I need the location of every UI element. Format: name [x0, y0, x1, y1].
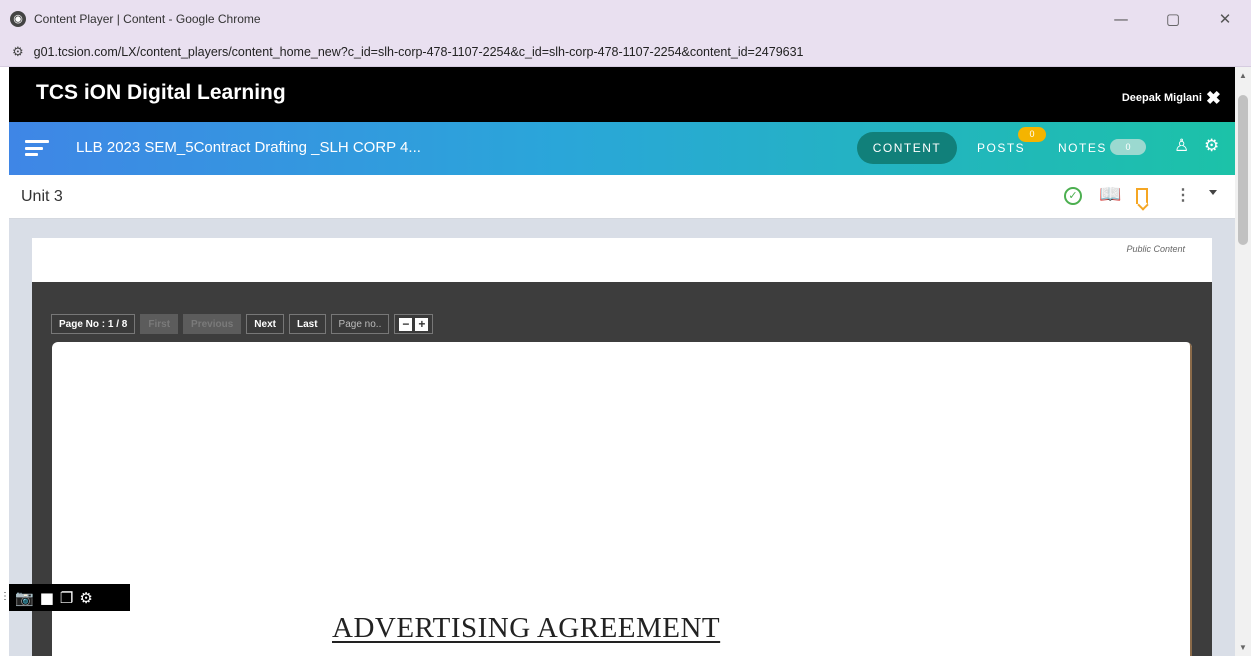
- user-name: Deepak Miglani: [1121, 92, 1202, 104]
- tab-content[interactable]: CONTENT: [857, 132, 957, 164]
- page-info: Page No : 1 / 8: [51, 314, 136, 334]
- document-page: ADVERTISING AGREEMENT: [52, 342, 1192, 656]
- notes-count-badge: 0: [1110, 139, 1146, 155]
- camera-toolbar-handle[interactable]: ⋮: [0, 591, 10, 603]
- settings-icon[interactable]: ⚙: [1204, 136, 1219, 156]
- close-icon[interactable]: ✖: [1206, 89, 1221, 107]
- window-title-bar: ◉ Content Player | Content - Google Chro…: [0, 0, 1251, 38]
- tab-posts[interactable]: POSTS: [977, 141, 1025, 155]
- address-bar: ⚙ g01.tcsion.com/LX/content_players/cont…: [0, 38, 1251, 67]
- camera-toolbar: 📷 ■ ❐ ⚙: [9, 584, 130, 611]
- video-icon[interactable]: ■: [40, 588, 54, 608]
- pager-toolbar: Page No : 1 / 8 First Previous Next Last…: [51, 314, 434, 334]
- window-controls: — ▢ ✕: [1095, 0, 1251, 38]
- brand-logo-text: TCS iON Digital Learning: [36, 81, 286, 104]
- visibility-label: Public Content: [1126, 244, 1185, 254]
- course-title: LLB 2023 SEM_5Contract Drafting _SLH COR…: [76, 139, 421, 156]
- page-scrollbar[interactable]: ▲ ▼: [1235, 67, 1251, 656]
- zoom-out-icon[interactable]: −: [399, 317, 413, 331]
- maximize-button[interactable]: ▢: [1147, 0, 1199, 38]
- zoom-in-icon[interactable]: +: [415, 317, 429, 331]
- camera-icon[interactable]: 📷: [15, 588, 34, 608]
- gear-icon[interactable]: ⚙: [79, 588, 92, 608]
- document-heading: ADVERTISING AGREEMENT: [332, 612, 721, 644]
- scroll-down-icon[interactable]: ▼: [1239, 643, 1247, 652]
- next-page-button[interactable]: Next: [246, 314, 284, 334]
- page-viewport: TCS iON Digital Learning Deepak Miglani …: [9, 67, 1235, 656]
- zoom-controls: − +: [394, 314, 434, 334]
- content-card: Public Content Page No : 1 / 8 First Pre…: [32, 238, 1212, 656]
- url-text[interactable]: g01.tcsion.com/LX/content_players/conten…: [34, 45, 804, 59]
- close-window-button[interactable]: ✕: [1199, 0, 1251, 38]
- more-vert-icon[interactable]: ⋮: [1175, 185, 1191, 205]
- bookmark-icon[interactable]: [1136, 188, 1148, 204]
- previous-page-button[interactable]: Previous: [183, 314, 242, 334]
- app-header: TCS iON Digital Learning Deepak Miglani …: [9, 67, 1235, 122]
- last-page-button[interactable]: Last: [288, 314, 326, 334]
- unit-bar: Unit 3 ✓ 📖 ⋮: [9, 175, 1235, 219]
- caret-down-icon[interactable]: [1209, 190, 1217, 195]
- globe-icon: ◉: [10, 11, 26, 27]
- unit-title: Unit 3: [21, 188, 63, 205]
- hierarchy-icon[interactable]: ♙: [1174, 136, 1189, 156]
- scroll-up-icon[interactable]: ▲: [1239, 71, 1247, 80]
- user-area: Deepak Miglani ✖: [1121, 89, 1221, 107]
- page-number-input[interactable]: Page no..: [330, 314, 390, 334]
- check-circle-icon[interactable]: ✓: [1064, 187, 1082, 205]
- window-icon[interactable]: ❐: [60, 588, 73, 608]
- document-viewer: Page No : 1 / 8 First Previous Next Last…: [32, 282, 1212, 656]
- course-bar: LLB 2023 SEM_5Contract Drafting _SLH COR…: [9, 122, 1235, 175]
- window-title: Content Player | Content - Google Chrome: [34, 12, 261, 26]
- posts-count-badge: 0: [1018, 127, 1046, 142]
- tune-icon[interactable]: ⚙: [12, 45, 24, 60]
- book-icon[interactable]: 📖: [1099, 184, 1121, 205]
- menu-icon[interactable]: [25, 137, 49, 159]
- scroll-thumb[interactable]: [1238, 95, 1248, 245]
- tab-notes[interactable]: NOTES: [1058, 141, 1107, 155]
- minimize-button[interactable]: —: [1095, 0, 1147, 38]
- first-page-button[interactable]: First: [140, 314, 179, 334]
